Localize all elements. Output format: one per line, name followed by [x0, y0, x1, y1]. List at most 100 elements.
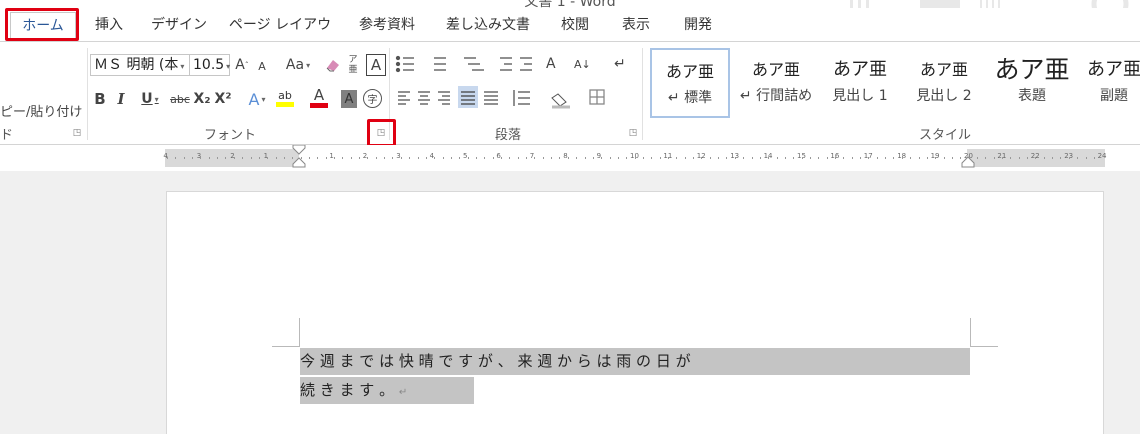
group-separator — [87, 48, 88, 140]
chevron-down-icon: ▾ — [180, 62, 185, 71]
ruler-tick — [843, 157, 845, 159]
italic-button[interactable]: I — [114, 88, 128, 110]
ruler-tick — [684, 157, 686, 159]
ruler-tick — [350, 157, 352, 159]
bold-button[interactable]: B — [92, 88, 108, 110]
ruler-tick — [592, 157, 594, 159]
ruler-tick — [509, 157, 511, 159]
character-shading-button[interactable]: A — [341, 90, 357, 108]
eraser-icon — [326, 60, 339, 72]
ruler-tick — [626, 157, 628, 159]
font-dialog-launcher-icon[interactable]: ◳ — [376, 128, 386, 138]
subscript-button[interactable]: X₂ — [193, 88, 211, 110]
font-size-dropdown[interactable]: 10.5 ▾ — [189, 54, 230, 76]
ruler-tick — [258, 157, 260, 159]
crop-mark — [970, 318, 971, 346]
ruler-tick — [233, 157, 235, 159]
underline-icon: U — [141, 91, 153, 107]
ruler-tick — [776, 157, 778, 159]
ruler-tick — [359, 157, 361, 159]
font-name-value: ＭＳ 明朝 (本 — [94, 57, 179, 73]
ruler-tick — [826, 157, 828, 159]
ruler-tick — [492, 157, 494, 159]
indent-marker-icon[interactable] — [290, 145, 308, 171]
enclosed-character-icon: A — [370, 56, 382, 74]
ruler-tick — [617, 157, 619, 159]
right-indent-marker-icon[interactable] — [961, 155, 975, 169]
ribbon: ピー/貼り付け ド ◳ ＭＳ 明朝 (本 ▾ 10.5 ▾ Aˆ A Aa ▾ ア 亜… — [0, 41, 1140, 145]
highlight-color-button[interactable]: ab — [272, 86, 298, 110]
ruler-tick — [851, 157, 853, 159]
selected-text: 今 週 ま で は 快 晴 で す が 、 来 週 か ら は 雨 の 日 が — [300, 352, 691, 370]
style-standard[interactable]: あア亜 ↵ 標準 — [650, 48, 730, 118]
strikethrough-button[interactable]: abc — [168, 88, 192, 110]
ruler-tick — [601, 157, 603, 159]
bold-icon: B — [94, 90, 106, 108]
grow-font-button[interactable]: Aˆ — [234, 54, 250, 76]
tab-insert[interactable]: 挿入 — [84, 12, 134, 40]
ruler-tick — [559, 157, 561, 159]
paragraph-dialog-launcher-icon[interactable]: ◳ — [628, 128, 638, 138]
style-title[interactable]: あア亜 表題 — [988, 48, 1076, 118]
tab-home[interactable]: ホーム — [10, 12, 76, 40]
ruler-tick — [1085, 157, 1087, 159]
selected-text: 続 き ま す 。 — [300, 381, 395, 399]
ruler-tick — [334, 157, 335, 159]
font-color-icon: A — [313, 86, 325, 104]
font-name-dropdown[interactable]: ＭＳ 明朝 (本 ▾ — [90, 54, 190, 76]
underline-button[interactable]: U ▾ — [136, 88, 164, 110]
ruler-tick — [868, 157, 870, 159]
phonetic-guide-button[interactable]: ア 亜 — [346, 52, 360, 78]
ruler-tick — [475, 157, 477, 159]
ruler-tick — [409, 157, 411, 159]
style-heading-2[interactable]: あア亜 見出し 2 — [904, 48, 984, 118]
ruler-tick — [534, 157, 536, 159]
ruler-tick — [183, 157, 185, 159]
tab-page-layout[interactable]: ページ レイアウト — [224, 12, 336, 59]
style-sample: あア亜 — [994, 55, 1070, 84]
tab-developer[interactable]: 開発 — [674, 12, 722, 40]
clipboard-launcher-icon[interactable]: ◳ — [72, 128, 82, 138]
document-area — [0, 171, 1140, 434]
tab-mailings[interactable]: 差し込み文書 — [440, 12, 536, 40]
text-effects-button[interactable]: A ▾ — [244, 88, 270, 110]
clear-formatting-button[interactable] — [324, 54, 342, 76]
horizontal-ruler[interactable]: 4 3 2 1 1 2 3 4 5 6 7 8 9 10 11 12 13 14 15 16 17 18 19 20 21 22 2… — [0, 145, 1140, 171]
ruler-tick — [634, 157, 636, 159]
tab-references[interactable]: 参考資料 — [352, 12, 422, 40]
styles-group-label: スタイル — [918, 128, 971, 143]
tab-view[interactable]: 表示 — [612, 12, 660, 40]
ruler-tick — [1027, 157, 1029, 159]
ruler-tick — [175, 157, 177, 159]
enclose-characters-icon: 字 — [367, 95, 378, 106]
paste-format-button[interactable]: ピー/貼り付け — [0, 100, 84, 120]
change-case-button[interactable]: Aa ▾ — [282, 54, 314, 76]
tab-design[interactable]: デザイン — [148, 12, 210, 40]
ruler-tick — [893, 157, 895, 159]
document-text-line-2[interactable]: 続 き ま す 。 ↵ — [300, 377, 474, 404]
style-heading-1[interactable]: あア亜 見出し 1 — [820, 48, 900, 118]
superscript-button[interactable]: X² — [214, 88, 232, 110]
ruler-tick — [317, 157, 319, 159]
ruler-tick — [759, 157, 761, 159]
font-color-button[interactable]: A — [306, 86, 332, 110]
ruler-tick — [1060, 157, 1062, 159]
ruler-tick — [1035, 157, 1037, 159]
ruler-tick — [993, 157, 995, 159]
style-subtitle[interactable]: あア亜 副題 — [1080, 48, 1140, 118]
ruler-tick — [325, 157, 327, 159]
style-sample: あア亜 — [751, 60, 800, 79]
style-no-spacing[interactable]: あア亜 ↵ 行間詰め — [736, 48, 816, 118]
enclosed-character-button[interactable]: A — [366, 54, 386, 76]
enclose-characters-button[interactable]: 字 — [363, 89, 382, 108]
ruler-tick — [876, 157, 878, 159]
ruler-tick — [951, 157, 953, 159]
ruler-tick — [809, 157, 811, 159]
phonetic-guide-base: 亜 — [348, 65, 358, 75]
tab-review[interactable]: 校閲 — [552, 12, 598, 40]
ruler-tick — [501, 157, 502, 159]
shrink-font-button[interactable]: A — [255, 56, 269, 76]
ruler-tick — [901, 157, 903, 159]
document-text-line-1[interactable]: 今 週 ま で は 快 晴 で す が 、 来 週 か ら は 雨 の 日 が — [300, 348, 970, 375]
group-separator — [642, 48, 643, 140]
